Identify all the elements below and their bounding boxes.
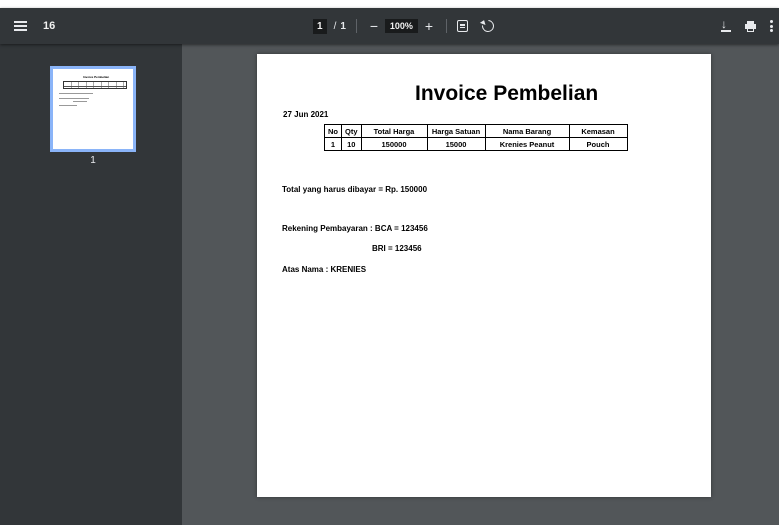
invoice-total: Total yang harus dibayar = Rp. 150000 — [282, 185, 428, 194]
invoice-date: 27 Jun 2021 — [283, 110, 329, 119]
thumbnail-sidebar: Invoice Pembelian 1 — [0, 44, 182, 525]
toolbar-divider — [445, 19, 447, 33]
invoice-table: No Qty Total Harga Harga Satuan Nama Bar… — [324, 124, 628, 151]
thumbnail-line — [73, 101, 87, 102]
thumbnail-preview[interactable]: Invoice Pembelian — [50, 66, 136, 152]
table-cell: 10 — [341, 137, 362, 151]
table-cell: Krenies Peanut — [484, 137, 570, 151]
thumbnail-line — [59, 98, 89, 99]
menu-icon[interactable] — [14, 21, 27, 31]
current-page-input[interactable]: 1 — [313, 18, 327, 34]
zoom-in-button[interactable]: + — [422, 19, 436, 33]
invoice-title: Invoice Pembelian — [415, 82, 599, 105]
table-header: Nama Barang — [484, 124, 570, 138]
print-icon[interactable] — [745, 20, 756, 32]
table-header: Total Harga — [360, 124, 428, 138]
thumbnail-line — [59, 105, 77, 106]
table-header-row: No Qty Total Harga Harga Satuan Nama Bar… — [324, 124, 628, 138]
table-row: 1 10 150000 15000 Krenies Peanut Pouch — [324, 137, 628, 151]
rotate-icon[interactable] — [479, 17, 497, 35]
table-cell: 150000 — [360, 137, 428, 151]
pdf-page: Invoice Pembelian 27 Jun 2021 No Qty Tot… — [257, 54, 711, 497]
bank-account-bca: Rekening Pembayaran : BCA = 123456 — [282, 224, 428, 233]
document-title: 16 — [43, 20, 56, 32]
toolbar-left: 16 — [14, 8, 55, 44]
thumbnail-page-number: 1 — [90, 155, 96, 166]
fit-page-icon[interactable] — [456, 20, 468, 32]
thumbnail-table — [63, 81, 127, 89]
account-name: Atas Nama : KRENIES — [282, 265, 367, 274]
more-options-icon[interactable] — [770, 20, 773, 32]
table-cell: Pouch — [568, 137, 628, 151]
page-thumbnail[interactable]: Invoice Pembelian 1 — [50, 66, 136, 196]
zoom-level-input[interactable]: 100% — [384, 19, 418, 33]
table-cell: 15000 — [426, 137, 486, 151]
toolbar-divider — [355, 19, 357, 33]
table-cell: 1 — [324, 137, 342, 151]
table-header: Kemasan — [568, 124, 628, 138]
download-icon[interactable] — [721, 17, 731, 32]
table-header: Harga Satuan — [426, 124, 486, 138]
page-separator: / — [333, 20, 337, 32]
thumbnail-line — [59, 93, 93, 94]
pdf-toolbar: 16 1 / 1 − 100% + — [0, 8, 779, 44]
table-header: No — [324, 124, 342, 138]
toolbar-center: 1 / 1 − 100% + — [313, 8, 497, 44]
bank-account-bri: BRI = 123456 — [372, 244, 422, 253]
total-pages: 1 — [340, 20, 346, 32]
zoom-out-button[interactable]: − — [367, 19, 381, 33]
table-header: Qty — [341, 124, 362, 138]
toolbar-right — [721, 8, 773, 44]
thumbnail-title: Invoice Pembelian — [83, 75, 110, 79]
window: 16 1 / 1 − 100% + Invoice Pembelian — [0, 0, 779, 525]
